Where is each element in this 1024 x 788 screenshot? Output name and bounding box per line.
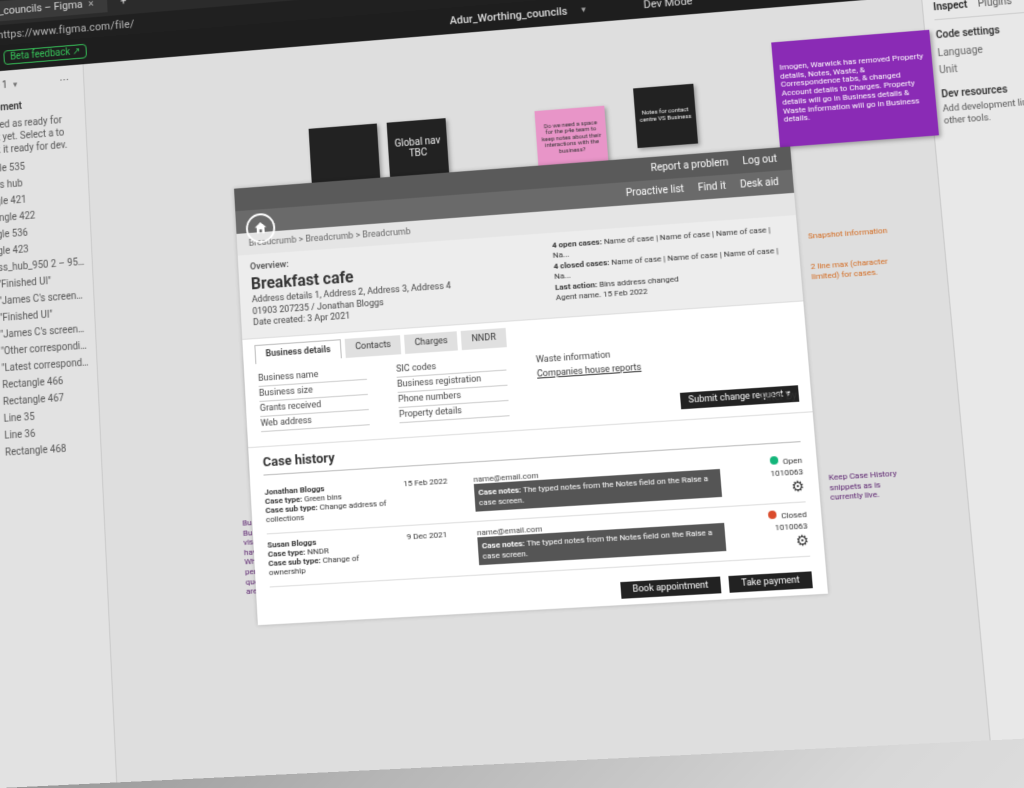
findit-link[interactable]: Find it [698, 181, 727, 194]
dev-mode-toggle[interactable]: Dev Mode [643, 0, 693, 11]
annotation-snapshot-a: Snapshot information [808, 226, 888, 241]
deskaid-link[interactable]: Desk aid [740, 177, 780, 191]
proactive-link[interactable]: Proactive list [626, 184, 685, 199]
sticky-purple-changes[interactable]: Imogen, Warwick has removed Property det… [771, 30, 939, 148]
more-icon[interactable]: ⋯ [59, 75, 70, 86]
plugins-tab[interactable]: Plugins [977, 0, 1012, 10]
case-ref: 1010063 [770, 467, 803, 478]
case-ref: 1010063 [775, 521, 808, 532]
case-date: 9 Dec 2021 [406, 529, 469, 573]
case-snapshot: 4 open cases: Name of case | Name of cas… [552, 224, 790, 309]
inspect-tab[interactable]: Inspect [933, 0, 968, 13]
sticky-global-nav[interactable]: Global nav TBC [387, 118, 450, 177]
take-payment-button[interactable]: Take payment [728, 571, 812, 592]
gear-icon[interactable]: ⚙ [791, 478, 805, 495]
gear-icon[interactable]: ⚙ [795, 533, 809, 550]
filter-by-label[interactable]: Filter by [760, 391, 797, 405]
report-problem-link[interactable]: Report a problem [650, 157, 728, 174]
beta-badge[interactable]: Beta feedback ↗ [3, 44, 87, 65]
case-status-open: Open [782, 456, 802, 467]
close-tab-icon[interactable]: × [88, 0, 94, 10]
unit-label: Unit [939, 64, 958, 76]
page-label: Page 1 [0, 80, 8, 93]
language-label: Language [937, 45, 983, 60]
logout-link[interactable]: Log out [742, 154, 777, 168]
case-status-closed: Closed [781, 510, 807, 521]
annotation-keep-history: Keep Case History snippets as is current… [828, 468, 914, 503]
figma-file-title[interactable]: Adur_Worthing_councils [449, 5, 568, 27]
chevron-down-icon[interactable]: ▾ [581, 5, 586, 15]
tab-title: ing_councils – Figma [0, 0, 83, 19]
new-tab-button[interactable]: + [114, 0, 132, 8]
sticky-notes-for[interactable]: Notes for contact centre VS Business [633, 84, 698, 148]
book-appointment-button[interactable]: Book appointment [620, 577, 722, 599]
prototype-frame[interactable]: Report a problem Log out Proactive list … [234, 147, 828, 626]
figma-canvas[interactable]: Global nav TBC Do we need a space for th… [83, 0, 989, 782]
case-date: 15 Feb 2022 [403, 476, 466, 520]
annotation-snapshot-b: 2 line max (character limited) for cases… [810, 255, 915, 282]
